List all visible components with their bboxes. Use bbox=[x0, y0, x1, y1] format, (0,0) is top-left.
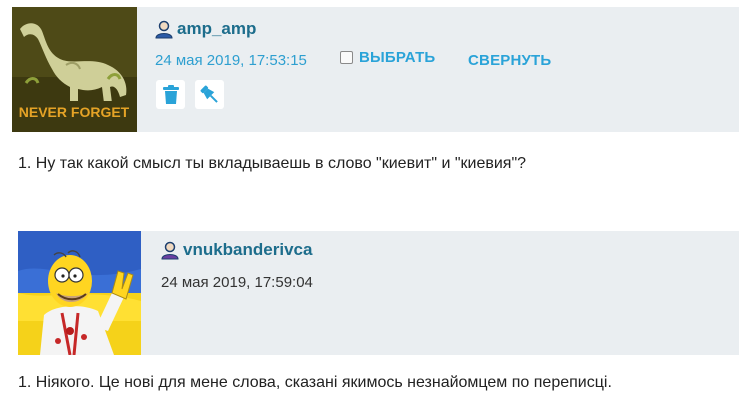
select-control[interactable]: ВЫБРАТЬ bbox=[340, 49, 435, 66]
post-date[interactable]: 24 мая 2019, 17:53:15 bbox=[155, 52, 307, 69]
post-text: 1. Ніякого. Це нові для мене слова, сказ… bbox=[18, 374, 612, 391]
post-date[interactable]: 24 мая 2019, 17:59:04 bbox=[161, 274, 313, 291]
collapse-button[interactable]: СВЕРНУТЬ bbox=[468, 52, 551, 69]
select-button[interactable]: ВЫБРАТЬ bbox=[359, 49, 435, 66]
avatar-caption: NEVER FORGET bbox=[19, 104, 130, 120]
avatar-amp-amp[interactable]: NEVER FORGET bbox=[12, 7, 137, 132]
select-checkbox[interactable] bbox=[340, 51, 353, 64]
pin-button[interactable] bbox=[195, 80, 224, 109]
user-icon bbox=[161, 241, 179, 260]
post-text: 1. Ну так какой смысл ты вкладываешь в с… bbox=[18, 155, 527, 172]
username[interactable]: amp_amp bbox=[177, 19, 256, 39]
pin-icon bbox=[200, 85, 218, 103]
post-header-2: vnukbanderivca 24 мая 2019, 17:59:04 bbox=[18, 231, 739, 355]
avatar-vnukbanderivca[interactable] bbox=[18, 231, 141, 355]
author-line: amp_amp bbox=[154, 19, 256, 39]
trash-icon bbox=[162, 84, 179, 104]
username[interactable]: vnukbanderivca bbox=[183, 240, 312, 260]
author-line: vnukbanderivca bbox=[160, 240, 312, 260]
post-header-1: NEVER FORGET amp_amp 24 мая 2019, 17:53:… bbox=[12, 7, 739, 132]
delete-button[interactable] bbox=[156, 80, 185, 109]
user-icon bbox=[155, 20, 173, 39]
